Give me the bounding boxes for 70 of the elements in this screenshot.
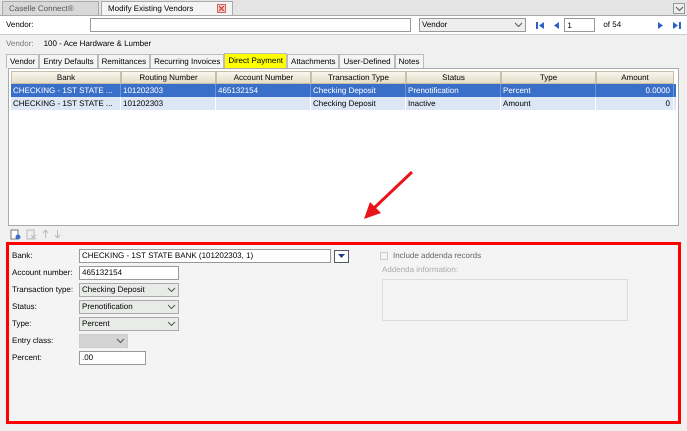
table-cell: 101202303 <box>123 84 164 96</box>
column-header[interactable]: Routing Number <box>121 71 216 84</box>
field-label: Transaction type: <box>12 284 74 296</box>
chevron-down-icon <box>167 321 176 327</box>
field-label: Type: <box>12 318 33 330</box>
table-row[interactable]: CHECKING - 1ST STATE ... 101202303 Checking Deposit Inactive Amount 0 <box>11 97 676 110</box>
close-icon[interactable] <box>217 4 226 13</box>
dropdown-field[interactable]: Percent <box>79 317 179 331</box>
tab[interactable]: User-Defined <box>339 54 395 68</box>
document-tab[interactable]: Caselle Connect® <box>2 1 99 15</box>
table-cell: Prenotification <box>408 84 459 96</box>
tab[interactable]: Recurring Invoices <box>150 54 224 68</box>
vendor-search-field[interactable] <box>90 18 411 32</box>
add-row-icon[interactable] <box>10 228 21 240</box>
dropdown-field[interactable]: Checking Deposit <box>79 283 179 297</box>
addenda-label: Addenda information: <box>382 264 460 276</box>
tab[interactable]: Direct Payment <box>224 53 288 68</box>
chevron-down-icon <box>167 304 176 310</box>
table-cell: Checking Deposit <box>313 84 376 96</box>
field-label: Percent: <box>12 352 43 364</box>
field-label: Status: <box>12 301 38 313</box>
table-row[interactable]: CHECKING - 1ST STATE ... 101202303 465132154 Checking Deposit Prenotification Percent 0.0000 <box>11 84 676 97</box>
dropdown-field[interactable]: Prenotification <box>79 300 179 314</box>
first-record-icon[interactable] <box>536 20 546 30</box>
table-cell: Inactive <box>408 98 436 110</box>
table-cell: 0 <box>666 98 670 110</box>
column-header[interactable]: Account Number <box>216 71 311 84</box>
chevron-down-icon <box>116 338 125 344</box>
annotation-arrow <box>362 170 414 222</box>
column-header[interactable]: Bank <box>11 71 121 84</box>
vendor-label: Vendor: <box>6 19 35 31</box>
table-cell: 0.0000 <box>646 84 670 96</box>
column-header[interactable]: Transaction Type <box>311 71 406 84</box>
dropdown-button[interactable] <box>673 3 685 14</box>
last-record-icon[interactable] <box>672 20 681 30</box>
previous-record-icon[interactable] <box>553 20 560 30</box>
chevron-down-icon <box>674 6 684 12</box>
chevron-down-icon <box>514 22 524 28</box>
text-field[interactable]: 465132154 <box>79 266 179 280</box>
caret-down-icon <box>338 254 345 258</box>
tab[interactable]: Entry Defaults <box>39 54 98 68</box>
table-cell: Checking Deposit <box>313 98 376 110</box>
checkbox-label: Include addenda records <box>393 250 482 262</box>
tab[interactable]: Vendor <box>6 54 40 68</box>
bank-field[interactable]: CHECKING - 1ST STATE BANK (101202303, 1) <box>79 249 331 263</box>
tab[interactable]: Remittances <box>98 54 150 68</box>
record-number-field[interactable]: 1 <box>564 18 596 32</box>
field-label: Account number: <box>12 267 74 279</box>
table-cell: CHECKING - 1ST STATE ... <box>13 98 113 110</box>
column-header[interactable]: Amount <box>596 71 674 84</box>
tab[interactable]: Notes <box>394 54 424 68</box>
field-select[interactable]: Vendor <box>418 18 526 32</box>
tab[interactable]: Attachments <box>287 54 340 68</box>
column-header[interactable]: Status <box>406 71 501 84</box>
vendor-info-value: 100 - Ace Hardware & Lumber <box>44 38 152 50</box>
table-cell: 101202303 <box>123 98 164 110</box>
table-cell: Percent <box>503 84 531 96</box>
field-label: Bank: <box>12 250 34 262</box>
chevron-down-icon <box>167 287 176 293</box>
table-cell: 465132154 <box>218 84 258 96</box>
lookup-button[interactable] <box>334 250 349 262</box>
record-count: of 54 <box>603 19 622 31</box>
text-field[interactable]: .00 <box>79 351 146 365</box>
field-label: Entry class: <box>12 335 54 347</box>
table-cell: Amount <box>503 98 531 110</box>
vendor-info-label: Vendor: <box>6 38 34 50</box>
column-header[interactable]: Type <box>501 71 596 84</box>
next-record-icon[interactable] <box>657 20 664 30</box>
document-tab[interactable]: Modify Existing Vendors <box>101 1 233 15</box>
table-cell: CHECKING - 1ST STATE ... <box>13 84 113 96</box>
